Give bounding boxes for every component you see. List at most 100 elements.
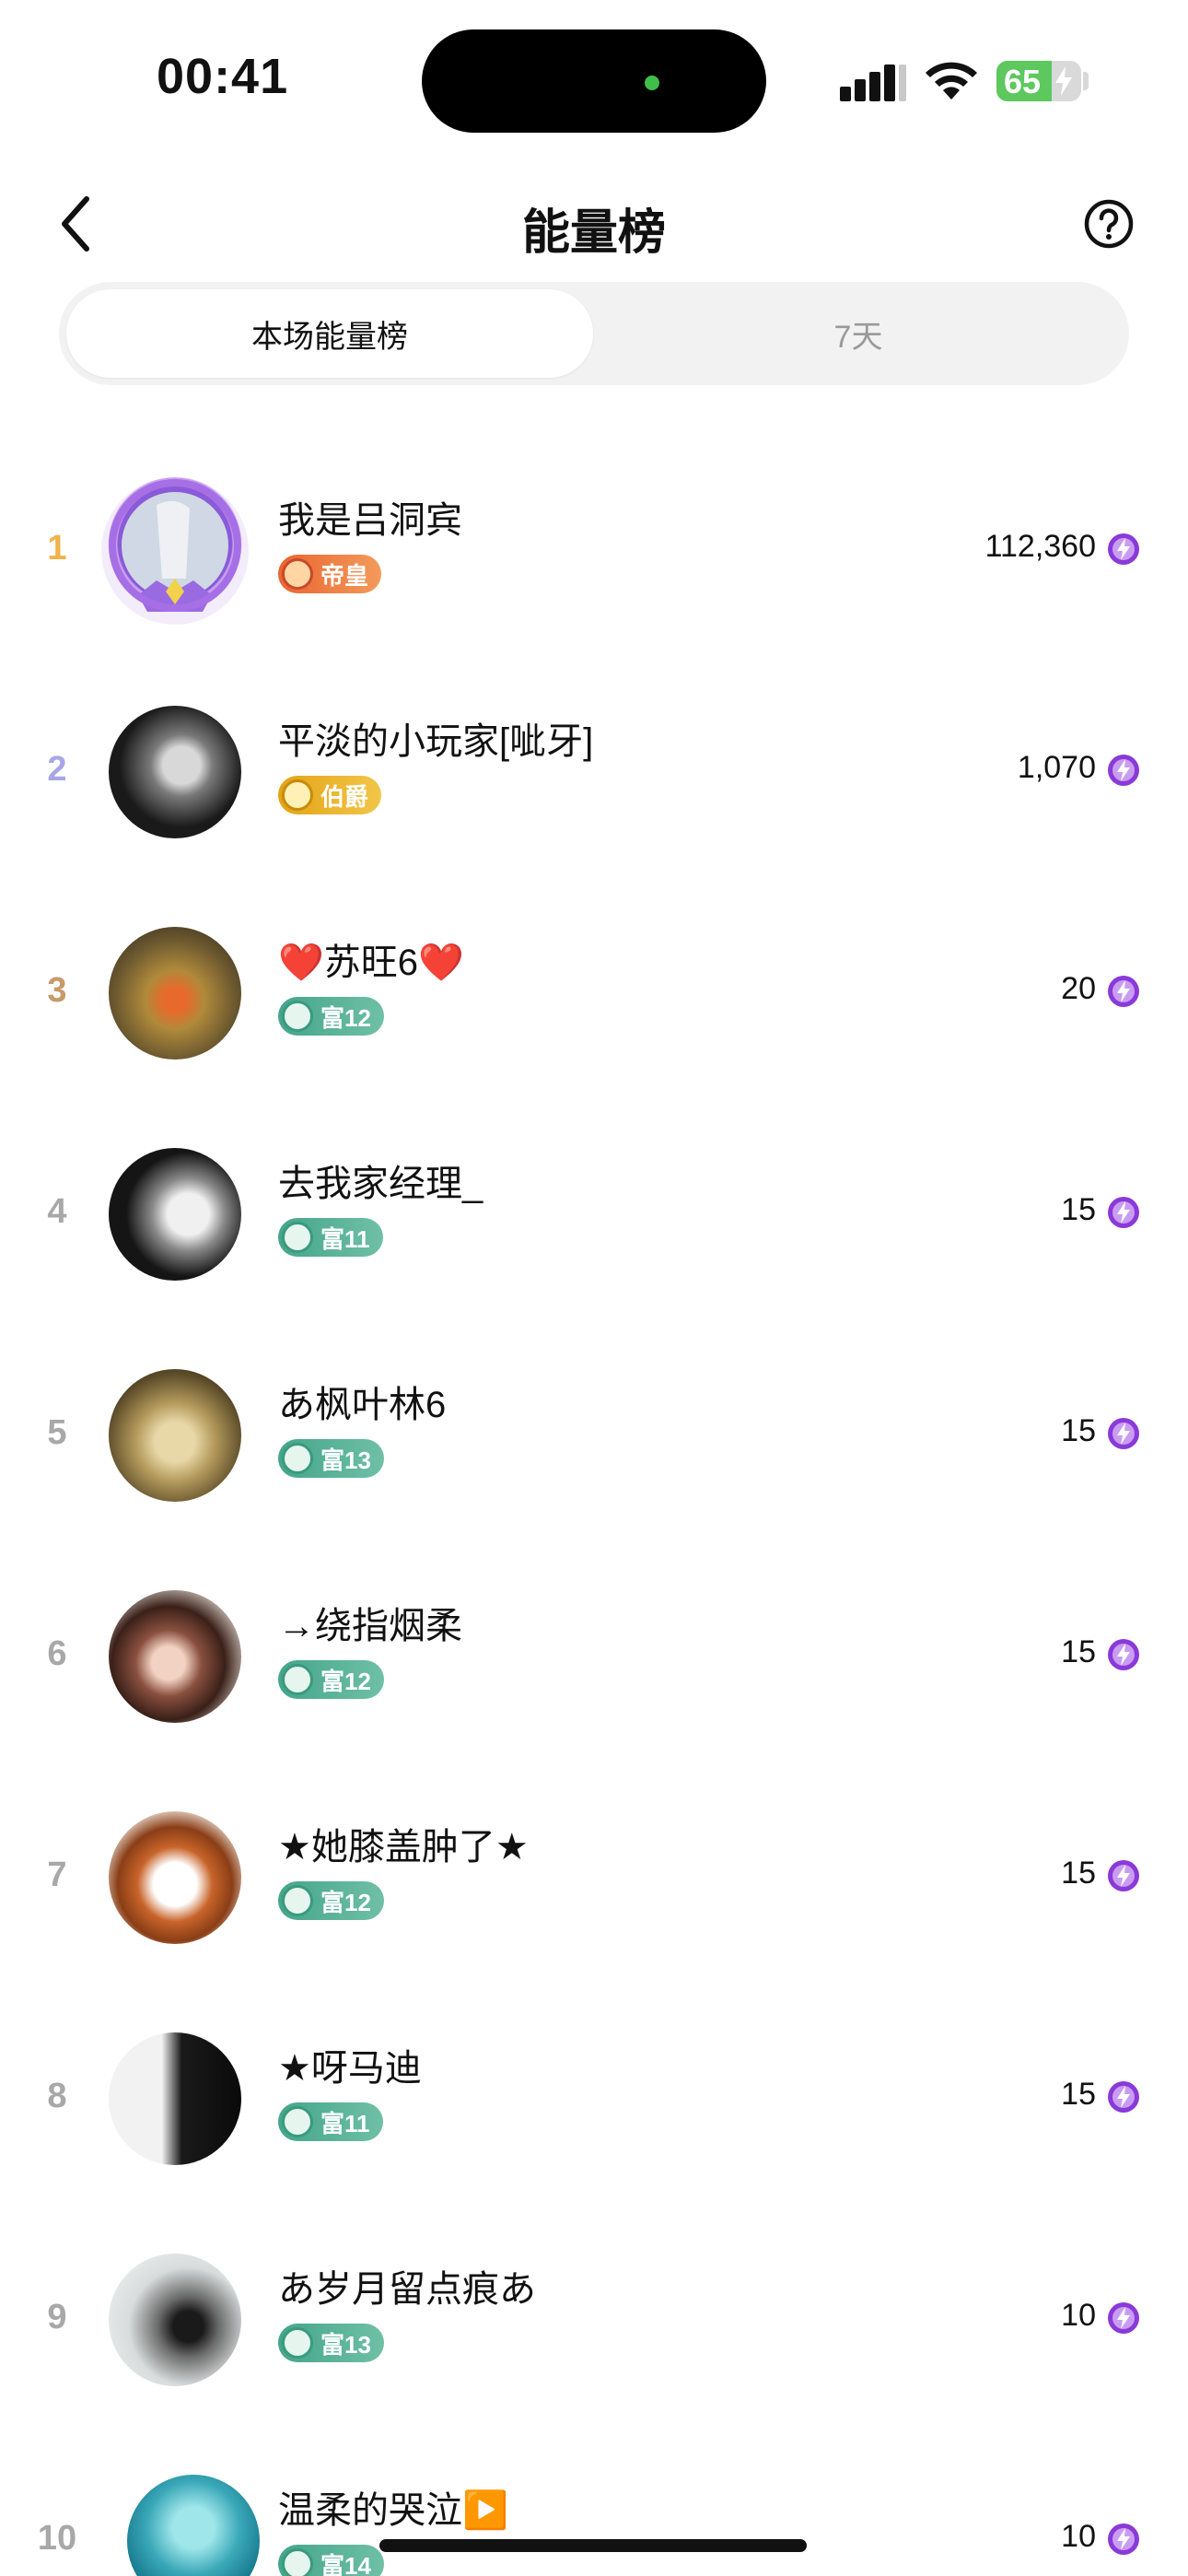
user-name: ★她膝盖肿了★ — [278, 1827, 529, 1868]
energy-bolt-icon — [1108, 2081, 1139, 2113]
list-item[interactable]: 2 平淡的小玩家[呲牙] 伯爵 1,070 — [0, 673, 1188, 894]
user-name: 去我家经理_ — [278, 1164, 483, 1204]
energy-bolt-icon — [1108, 1639, 1139, 1670]
rank-number: 10 — [37, 2519, 77, 2558]
wealth-badge-icon — [282, 1222, 313, 1253]
rank-number: 4 — [47, 1192, 67, 1231]
energy-bolt-icon — [1108, 1418, 1139, 1449]
list-item[interactable]: 8 ★呀马迪 富11 15 — [0, 1999, 1188, 2220]
wealth-badge-icon — [282, 2106, 313, 2137]
status-bar: 00:41 65 — [0, 0, 1188, 147]
rank-number: 9 — [47, 2298, 67, 2336]
level-badge-label: 富12 — [320, 1888, 371, 1916]
level-badge-label: 富12 — [320, 1003, 371, 1032]
avatar[interactable] — [109, 706, 241, 838]
energy-score: 10 — [1061, 2519, 1096, 2554]
avatar[interactable] — [127, 2475, 260, 2576]
avatar[interactable] — [109, 1369, 241, 1502]
ranking-tabs: 本场能量榜 7天 — [59, 282, 1129, 385]
energy-bolt-icon — [1108, 2302, 1139, 2334]
tab-7-days[interactable]: 7天 — [595, 289, 1122, 378]
energy-bolt-icon — [1108, 1860, 1139, 1891]
rank-number: 5 — [47, 1413, 67, 1452]
level-badge: 帝皇 — [278, 555, 382, 593]
level-badge-label: 富12 — [320, 1667, 371, 1695]
list-item[interactable]: 7 ★她膝盖肿了★ 富12 15 — [0, 1778, 1188, 1999]
user-name: 平淡的小玩家[呲牙] — [278, 721, 594, 762]
avatar[interactable] — [109, 1148, 241, 1281]
energy-bolt-icon — [1108, 1197, 1139, 1228]
energy-score: 15 — [1061, 2077, 1096, 2112]
level-badge: 富12 — [278, 997, 384, 1036]
status-time: 00:41 — [157, 49, 289, 104]
energy-score: 1,070 — [1017, 750, 1096, 785]
wifi-icon — [926, 62, 977, 100]
user-name: あ枫叶林6 — [278, 1385, 447, 1425]
earl-badge-icon — [282, 779, 313, 811]
list-item[interactable]: 3 ❤️苏旺6❤️ 富12 20 — [0, 894, 1188, 1115]
level-badge: 富11 — [278, 1218, 383, 1257]
list-item[interactable]: 5 あ枫叶林6 富13 15 — [0, 1336, 1188, 1557]
user-name: →绕指烟柔 — [278, 1606, 462, 1646]
avatar[interactable] — [109, 1590, 241, 1723]
level-badge: 富11 — [278, 2102, 383, 2141]
wealth-badge-icon — [282, 1443, 313, 1474]
avatar[interactable] — [109, 927, 241, 1060]
list-item[interactable]: 6 →绕指烟柔 富12 15 — [0, 1557, 1188, 1778]
battery-icon: 65 — [996, 61, 1081, 101]
rank-number: 3 — [47, 971, 67, 1010]
list-item[interactable]: 10 温柔的哭泣▶️ 富14 10 — [0, 2441, 1188, 2576]
charging-bolt-icon — [1055, 66, 1072, 96]
level-badge: 富13 — [278, 1439, 384, 1478]
avatar[interactable] — [109, 2032, 241, 2165]
list-item[interactable]: 9 あ岁月留点痕あ 富13 10 — [0, 2220, 1188, 2441]
energy-score: 10 — [1061, 2298, 1096, 2333]
level-badge-label: 伯爵 — [320, 782, 369, 811]
list-item[interactable]: 1 我是吕洞宾 帝皇 112,360 — [0, 451, 1188, 673]
energy-bolt-icon — [1108, 533, 1139, 565]
energy-score: 20 — [1061, 971, 1096, 1006]
level-badge: 富12 — [278, 1881, 384, 1920]
energy-score: 15 — [1061, 1856, 1096, 1891]
rank-number: 6 — [47, 1634, 67, 1673]
level-badge: 富13 — [278, 2324, 384, 2362]
level-badge-label: 富13 — [320, 1446, 371, 1474]
energy-score: 15 — [1061, 1634, 1096, 1669]
level-badge: 富12 — [278, 1660, 384, 1699]
page-title: 能量榜 — [521, 206, 666, 260]
user-name: 我是吕洞宾 — [278, 500, 462, 541]
energy-score: 15 — [1061, 1192, 1096, 1227]
level-badge-label: 富11 — [320, 1224, 370, 1253]
user-name: ★呀马迪 — [278, 2048, 422, 2089]
crown-frame-icon — [109, 479, 241, 612]
rank-number: 7 — [47, 1856, 67, 1894]
rank-number: 8 — [47, 2077, 67, 2115]
level-badge-label: 帝皇 — [320, 561, 369, 590]
energy-bolt-icon — [1108, 976, 1139, 1007]
wealth-badge-icon — [282, 2548, 313, 2576]
user-name: あ岁月留点痕あ — [278, 2269, 536, 2310]
level-badge: 伯爵 — [278, 776, 382, 814]
level-badge-label: 富13 — [320, 2330, 371, 2359]
emperor-badge-icon — [282, 558, 313, 590]
level-badge-label: 富11 — [320, 2109, 370, 2137]
energy-score: 112,360 — [984, 529, 1096, 564]
user-name: 温柔的哭泣▶️ — [278, 2490, 508, 2531]
avatar[interactable] — [109, 1811, 241, 1944]
battery-cap — [1083, 72, 1089, 90]
tab-current-session[interactable]: 本场能量榜 — [66, 289, 593, 378]
dynamic-island — [422, 29, 766, 133]
camera-indicator-icon — [645, 76, 659, 90]
level-badge: 富14 — [278, 2545, 384, 2576]
battery-percent: 65 — [1004, 63, 1042, 100]
avatar[interactable] — [101, 477, 249, 625]
rank-number: 1 — [47, 529, 67, 568]
home-indicator[interactable] — [379, 2539, 807, 2552]
level-badge-label: 富14 — [320, 2551, 371, 2576]
energy-score: 15 — [1061, 1413, 1096, 1448]
wealth-badge-icon — [282, 2327, 313, 2359]
cellular-signal-icon — [840, 64, 906, 101]
avatar[interactable] — [109, 2254, 241, 2386]
list-item[interactable]: 4 去我家经理_ 富11 15 — [0, 1115, 1188, 1336]
help-question-icon[interactable] — [1083, 198, 1135, 250]
